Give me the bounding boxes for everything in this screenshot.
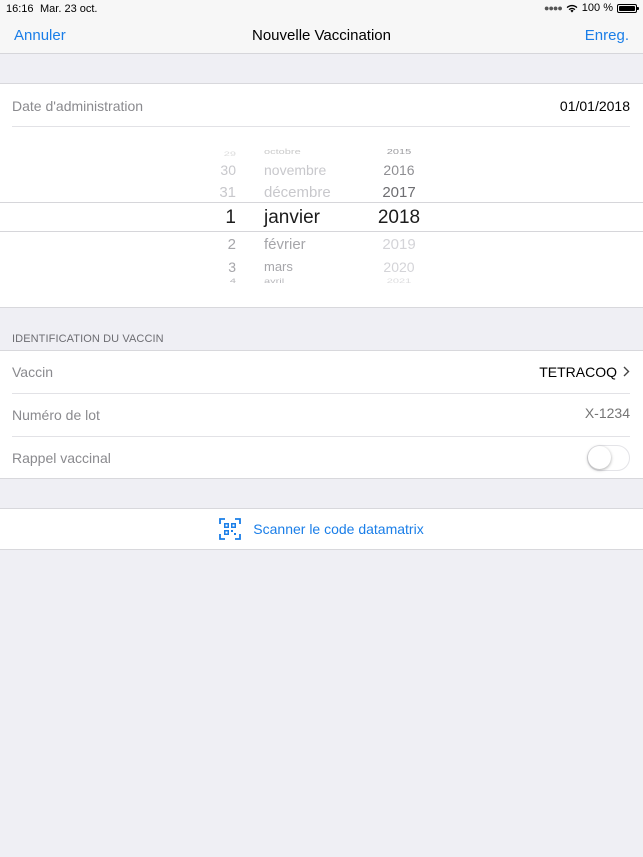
picker-day-item[interactable]: 4 [230,277,236,284]
scan-section: Scanner le code datamatrix [0,508,643,550]
picker-year-item[interactable]: 2020 [377,259,421,275]
picker-month-item[interactable]: décembre [264,184,331,201]
picker-month-item[interactable]: novembre [264,162,326,178]
booster-toggle[interactable] [587,445,630,471]
date-value[interactable]: 01/01/2018 [560,98,630,114]
status-bar: 16:16 Mar. 23 oct. ●●●● 100 % [0,0,643,17]
date-label: Date d'administration [12,98,144,114]
status-right: ●●●● 100 % [544,2,639,14]
date-picker[interactable]: 29 30 31 1 2 3 4 octobre novembre décemb… [0,144,643,289]
picker-month-selected[interactable]: janvier [264,207,320,229]
vaccine-value: TETRACOQ [539,364,617,380]
picker-day-item[interactable]: 2 [228,236,236,253]
wifi-icon [566,4,578,12]
lot-number-label: Numéro de lot [12,407,100,423]
vaccine-value-wrap[interactable]: TETRACOQ [539,364,630,380]
picker-year-item[interactable]: 2015 [377,148,421,156]
scan-datamatrix-button[interactable]: Scanner le code datamatrix [0,509,643,549]
date-section: Date d'administration 01/01/2018 29 30 3… [0,83,643,308]
divider [12,126,630,127]
toggle-knob [588,446,611,469]
picker-year-item[interactable]: 2021 [377,277,421,284]
divider [12,436,630,437]
picker-day-selected[interactable]: 1 [225,207,236,229]
battery-percent: 100 % [581,2,613,14]
picker-day-item[interactable]: 30 [220,162,236,178]
picker-selection-bottom [0,231,643,232]
lot-number-input[interactable] [480,405,630,421]
divider [12,393,630,394]
status-time: 16:16 [6,3,34,15]
picker-month-item[interactable]: février [264,236,306,253]
booster-label: Rappel vaccinal [12,450,111,466]
picker-day-item[interactable]: 3 [228,259,236,275]
status-date: Mar. 23 oct. [40,3,98,15]
picker-year-item[interactable]: 2016 [377,162,421,178]
vaccine-section: Vaccin TETRACOQ Numéro de lot Rappel vac… [0,350,643,479]
picker-selection-top [0,202,643,203]
qr-scan-icon [219,518,242,540]
picker-year-item[interactable]: 2017 [377,184,421,201]
picker-day-item[interactable]: 31 [219,184,236,201]
scan-label: Scanner le code datamatrix [253,521,424,537]
picker-month-item[interactable]: mars [264,259,293,274]
picker-month-item[interactable]: octobre [264,148,301,156]
vaccine-label: Vaccin [12,364,53,380]
chevron-right-icon [623,366,630,377]
picker-year-selected[interactable]: 2018 [377,207,421,229]
battery-icon [617,3,639,13]
picker-year-item[interactable]: 2019 [377,236,421,253]
navigation-bar: Annuler Nouvelle Vaccination Enreg. [0,17,643,54]
save-button[interactable]: Enreg. [585,27,629,44]
signal-dots-icon: ●●●● [544,3,563,13]
picker-day-item[interactable]: 29 [224,150,236,157]
section-header-vaccine: IDENTIFICATION DU VACCIN [12,333,164,345]
picker-month-item[interactable]: avril [264,277,284,284]
page-title: Nouvelle Vaccination [252,27,391,44]
